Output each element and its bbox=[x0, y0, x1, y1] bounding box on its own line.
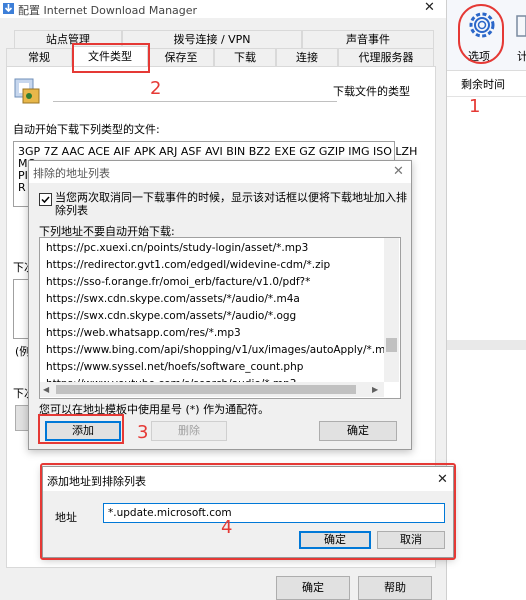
partial-toolbar-label: 计 bbox=[517, 50, 526, 63]
list-item[interactable]: https://pc.xuexi.cn/points/study-login/a… bbox=[40, 240, 384, 257]
tab-save-to[interactable]: 保存至 bbox=[148, 48, 214, 66]
annotation-box-filetypes-tab bbox=[72, 43, 150, 73]
show-dialog-checkbox[interactable] bbox=[39, 193, 52, 206]
list-item[interactable]: https://www.bing.com/api/shopping/v1/ux/… bbox=[40, 342, 384, 359]
list-item[interactable]: https://www.syssel.net/hoefs/software_co… bbox=[40, 359, 384, 376]
app-icon bbox=[2, 2, 15, 15]
url-list[interactable]: https://pc.xuexi.cn/points/study-login/a… bbox=[39, 237, 401, 399]
main-title-bar: 配置 Internet Download Manager ✕ bbox=[0, 0, 446, 18]
vertical-scrollbar[interactable] bbox=[384, 238, 399, 382]
show-dialog-checkbox-label: 当您两次取消同一下载事件的时候，显示该对话框以便将下载地址加入排 除列表 bbox=[55, 191, 407, 217]
main-ok-button[interactable]: 确定 bbox=[276, 576, 350, 600]
column-header: 剩余时间 bbox=[447, 70, 526, 97]
heading-divider bbox=[53, 101, 337, 102]
tab-download[interactable]: 下载 bbox=[214, 48, 276, 66]
scroll-thumb[interactable] bbox=[386, 338, 397, 352]
file-types-icon bbox=[13, 75, 45, 107]
exclusion-dialog: 排除的地址列表 ✕ 当您两次取消同一下载事件的时候，显示该对话框以便将下载地址加… bbox=[28, 160, 412, 450]
h-scroll-thumb[interactable] bbox=[56, 385, 356, 394]
close-icon[interactable]: ✕ bbox=[393, 164, 404, 179]
annotation-box-add-dialog bbox=[40, 463, 456, 560]
annotation-number-1: 1 bbox=[469, 96, 481, 117]
list-item[interactable]: https://swx.cdn.skype.com/assets/*/audio… bbox=[40, 308, 384, 325]
tab-general[interactable]: 常规 bbox=[6, 48, 72, 66]
main-help-button[interactable]: 帮助 bbox=[358, 576, 432, 600]
list-item[interactable]: https://redirector.gvt1.com/edgedl/widev… bbox=[40, 257, 384, 274]
partial-toolbar-icon bbox=[515, 14, 526, 38]
section-heading: 下载文件的类型 bbox=[333, 85, 410, 98]
main-window-title: 配置 Internet Download Manager bbox=[18, 4, 198, 17]
scroll-right-icon[interactable]: ▶ bbox=[372, 385, 378, 394]
url-list-rows: https://pc.xuexi.cn/points/study-login/a… bbox=[40, 240, 384, 393]
exclusion-title-bar: 排除的地址列表 ✕ bbox=[29, 161, 411, 183]
scroll-left-icon[interactable]: ◀ bbox=[43, 385, 49, 394]
list-item[interactable]: https://swx.cdn.skype.com/assets/*/audio… bbox=[40, 291, 384, 308]
delete-button[interactable]: 删除 bbox=[151, 421, 227, 441]
exclusion-ok-button[interactable]: 确定 bbox=[319, 421, 397, 441]
exclusion-dialog-title: 排除的地址列表 bbox=[33, 167, 110, 180]
right-panel: 选项 计 剩余时间 bbox=[447, 0, 526, 600]
annotation-number-4: 4 bbox=[221, 517, 233, 538]
column-remaining-time[interactable]: 剩余时间 bbox=[461, 76, 505, 92]
tab-proxy[interactable]: 代理服务器 bbox=[338, 48, 434, 66]
horizontal-scrollbar[interactable]: ◀ ▶ bbox=[40, 382, 384, 397]
tab-connection[interactable]: 连接 bbox=[276, 48, 338, 66]
annotation-circle-options bbox=[458, 4, 504, 64]
auto-download-label: 自动开始下载下列类型的文件: bbox=[13, 123, 160, 136]
scroll-strip bbox=[447, 340, 526, 350]
close-icon[interactable]: ✕ bbox=[424, 0, 435, 15]
annotation-number-3: 3 bbox=[137, 422, 149, 443]
list-item[interactable]: https://sso-f.orange.fr/omoi_erb/facture… bbox=[40, 274, 384, 291]
annotation-box-add-button bbox=[38, 414, 124, 444]
annotation-number-2: 2 bbox=[150, 78, 162, 99]
tab-sound-events[interactable]: 声音事件 bbox=[302, 30, 434, 48]
list-item[interactable]: https://web.whatsapp.com/res/*.mp3 bbox=[40, 325, 384, 342]
